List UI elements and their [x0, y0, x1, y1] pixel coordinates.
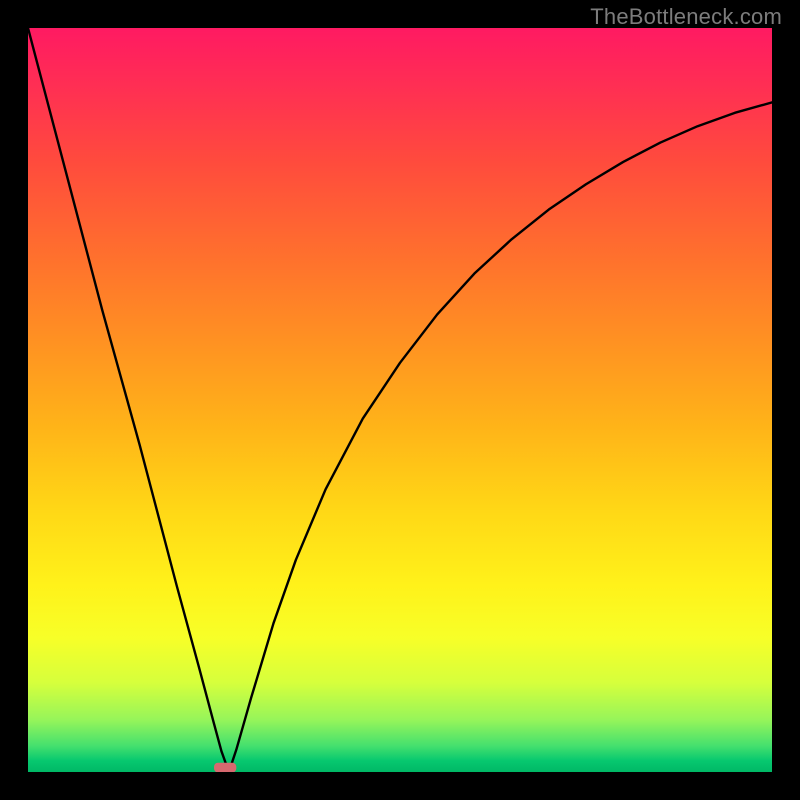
chart-svg	[28, 28, 772, 772]
plot-area	[28, 28, 772, 772]
curve-path	[28, 28, 772, 772]
min-marker	[214, 763, 236, 772]
attribution-text: TheBottleneck.com	[590, 4, 782, 30]
chart-frame: TheBottleneck.com	[0, 0, 800, 800]
